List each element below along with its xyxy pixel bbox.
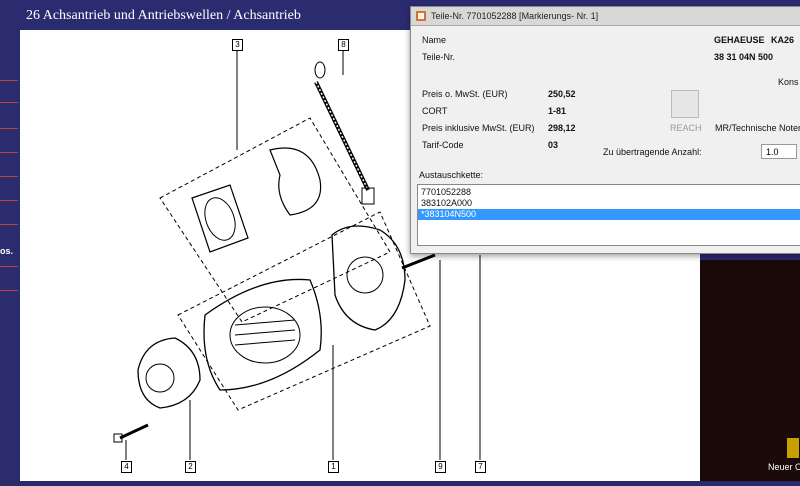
exchange-chain-list[interactable]: 7701052288 383102A000 *383104N500 [417, 184, 800, 246]
part-number-label: Teile-Nr. [422, 52, 456, 62]
quantity-label: Zu übertragende Anzahl: [603, 147, 702, 157]
nav-divider [0, 266, 18, 267]
page-title: 26 Achsantrieb und Antriebswellen / Achs… [26, 8, 301, 23]
cover-bore [346, 256, 384, 294]
nav-divider [0, 224, 18, 225]
list-item[interactable]: 383102A000 [421, 198, 472, 209]
reach-icon[interactable] [671, 90, 699, 118]
nav-divider [0, 102, 18, 103]
housing-ribs [234, 319, 296, 346]
quantity-input[interactable]: 1.0 [761, 144, 797, 159]
callout-2[interactable]: 2 [185, 461, 196, 473]
cover-casing [331, 225, 406, 331]
cort-label: CORT [422, 106, 448, 116]
dialog-titlebar[interactable]: Teile-Nr. 7701052288 [Markierungs- Nr. 1… [411, 7, 800, 26]
callout-8[interactable]: 8 [338, 39, 349, 51]
technical-notes-label[interactable]: MR/Technische Noten [715, 123, 800, 133]
nav-divider [0, 152, 18, 153]
nav-divider [0, 200, 18, 201]
nav-divider [0, 176, 18, 177]
part-details-dialog: Teile-Nr. 7701052288 [Markierungs- Nr. 1… [410, 6, 800, 254]
name-value: GEHAEUSE [714, 35, 765, 45]
name-code: KA26 [771, 35, 795, 45]
part-number-value: 38 31 04N 500 [714, 52, 774, 62]
kons-label: Kons [778, 77, 799, 87]
gasket-right [269, 147, 322, 216]
callout-3[interactable]: 3 [232, 39, 243, 51]
price-incl-value: 298,12 [548, 123, 576, 133]
name-label: Name [422, 35, 447, 45]
list-item-selected[interactable]: *383104N500 [418, 209, 800, 220]
nav-divider [0, 80, 18, 81]
callout-1[interactable]: 1 [328, 461, 339, 473]
housing-group-outline [177, 211, 431, 411]
list-item[interactable]: 7701052288 [421, 187, 471, 198]
folder-icon[interactable] [787, 438, 799, 458]
nav-divider [0, 290, 18, 291]
price-value: 250,52 [548, 89, 576, 99]
shaft-top-cap [314, 61, 326, 79]
callout-9[interactable]: 9 [435, 461, 446, 473]
dialog-title: Teile-Nr. 7701052288 [Markierungs- Nr. 1… [431, 11, 599, 21]
price-incl-label: Preis inklusive MwSt. (EUR) [422, 123, 535, 133]
price-label: Preis o. MwSt. (EUR) [422, 89, 508, 99]
cort-value: 1-81 [548, 106, 567, 116]
callout-7[interactable]: 7 [475, 461, 486, 473]
callout-4[interactable]: 4 [121, 461, 132, 473]
gasket-left [191, 184, 249, 253]
exchange-chain-label: Austauschkette: [419, 170, 484, 180]
pin [401, 253, 436, 270]
nav-divider [0, 128, 18, 129]
java-app-icon [416, 11, 426, 21]
reach-label[interactable]: REACH [670, 123, 702, 133]
desktop-icon-label[interactable]: Neuer O [768, 462, 800, 472]
nav-label[interactable]: os. [0, 246, 13, 256]
shaft-bottom-fitting [361, 187, 375, 205]
left-navigation: os. [0, 0, 20, 481]
tarif-label: Tarif-Code [422, 140, 464, 150]
main-housing [203, 278, 322, 391]
bolt [119, 423, 149, 440]
bearing-bore [145, 363, 175, 393]
tarif-value: 03 [548, 140, 559, 150]
